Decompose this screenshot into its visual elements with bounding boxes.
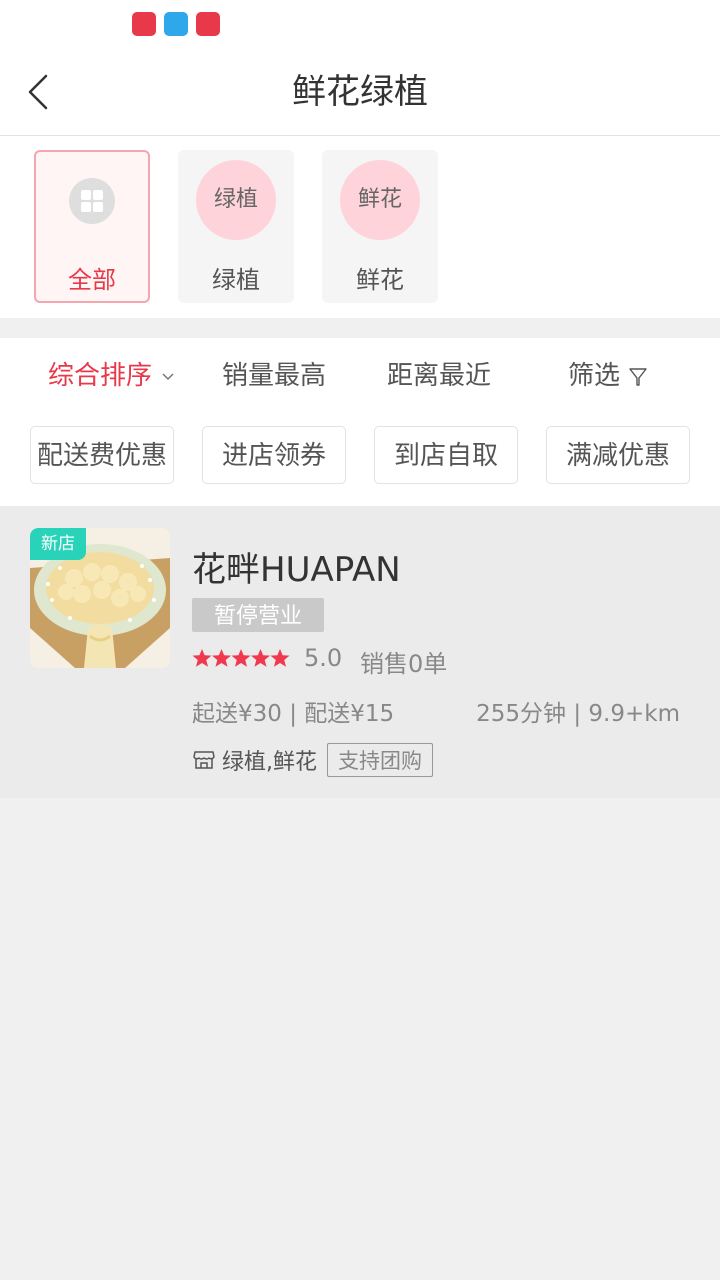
category-label: 鲜花 <box>356 266 404 294</box>
time-distance: 255分钟 | 9.9+km <box>476 701 680 727</box>
app-notification-icon <box>132 12 156 36</box>
category-green-plants[interactable]: 绿植 绿植 <box>178 150 294 303</box>
store-card[interactable]: 新店 花畔HUAPAN 暂停营业 5.0 销售0单 起送¥30 | 配送¥15 … <box>0 506 720 798</box>
rating-score: 5.0 <box>304 644 343 672</box>
status-bar <box>0 0 720 50</box>
store-status-badge: 暂停营业 <box>192 598 324 632</box>
category-image: 绿植 <box>196 160 276 240</box>
new-store-badge: 新店 <box>30 528 86 560</box>
store-category-line: 绿植,鲜花 支持团购 <box>192 742 433 778</box>
store-image: 新店 <box>30 528 170 668</box>
category-flowers[interactable]: 鲜花 鲜花 <box>322 150 438 303</box>
page-title: 鲜花绿植 <box>292 72 428 112</box>
app-notification-icon <box>196 12 220 36</box>
back-button[interactable] <box>22 70 62 114</box>
grid-icon <box>69 178 115 224</box>
star-icons <box>192 649 290 667</box>
group-buy-tag: 支持团购 <box>327 743 433 777</box>
delivery-fees: 起送¥30 | 配送¥15 <box>192 701 395 727</box>
store-icon <box>193 751 215 769</box>
category-label: 绿植 <box>212 266 260 294</box>
sort-sales[interactable]: 销量最高 <box>222 356 326 396</box>
filter-button[interactable]: 筛选 <box>568 356 648 396</box>
sales-count: 销售0单 <box>360 650 448 678</box>
filter-icon <box>629 367 647 386</box>
sort-filter-bar: 综合排序 销量最高 距离最近 筛选 配送费优惠 进店领券 到店自取 满减优惠 <box>0 338 720 506</box>
sort-label: 筛选 <box>568 361 621 391</box>
filter-chip-full-reduction[interactable]: 满减优惠 <box>546 426 690 484</box>
chevron-left-icon <box>28 74 48 110</box>
filter-chip-delivery-discount[interactable]: 配送费优惠 <box>30 426 174 484</box>
filter-chip-store-coupon[interactable]: 进店领券 <box>202 426 346 484</box>
category-image: 鲜花 <box>340 160 420 240</box>
store-categories: 绿植,鲜花 <box>222 750 317 775</box>
star-rating <box>192 648 290 672</box>
nav-bar: 鲜花绿植 <box>0 50 720 136</box>
category-all[interactable]: 全部 <box>34 150 150 303</box>
sort-label: 距离最近 <box>387 361 492 391</box>
app-notification-icon <box>164 12 188 36</box>
filter-chip-self-pickup[interactable]: 到店自取 <box>374 426 518 484</box>
status-icons <box>132 12 220 36</box>
store-name: 花畔HUAPAN <box>192 550 401 590</box>
category-label: 全部 <box>68 266 116 294</box>
sort-label: 综合排序 <box>48 361 153 391</box>
category-bar: 全部 绿植 绿植 鲜花 鲜花 <box>0 136 720 318</box>
sort-label: 销量最高 <box>222 361 327 391</box>
sort-comprehensive[interactable]: 综合排序 <box>48 356 176 396</box>
sort-distance[interactable]: 距离最近 <box>387 356 491 396</box>
chevron-down-icon <box>162 372 174 380</box>
